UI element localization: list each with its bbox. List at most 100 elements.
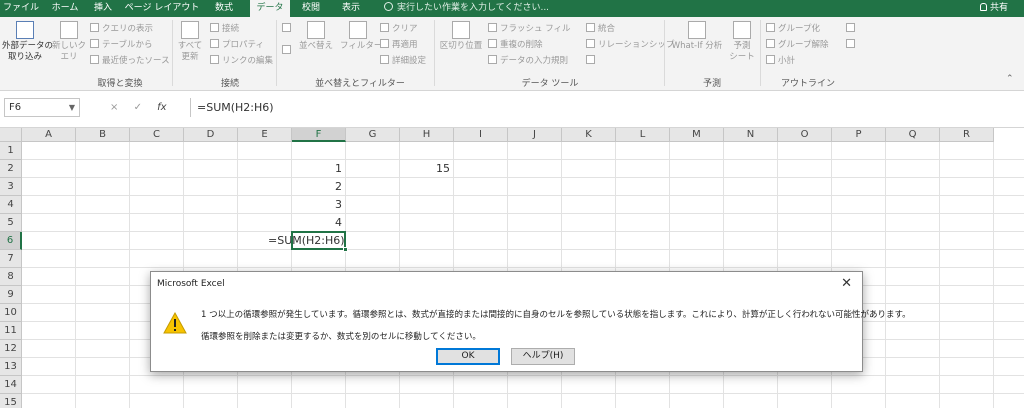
new-query-label: 新しいク [52,41,87,51]
column-header-r[interactable]: R [940,128,994,142]
show-queries-button[interactable]: クエリの表示 [90,23,153,35]
tab-review[interactable]: 校閲 [296,0,326,17]
column-header-h[interactable]: H [400,128,454,142]
formula-input[interactable]: =SUM(H2:H6) [190,98,1020,117]
row-header-4[interactable]: 4 [0,196,22,214]
cancel-icon[interactable]: × [110,102,118,113]
chevron-down-icon[interactable]: ▼ [69,99,75,116]
new-query-button[interactable]: 新しいク エリ [52,21,86,63]
subtotal-button[interactable]: 小計 [766,55,795,67]
tab-view[interactable]: 表示 [336,0,366,17]
column-header-n[interactable]: N [724,128,778,142]
gridline [22,195,1024,196]
get-external-data-button[interactable]: 外部データの 取り込み [2,21,53,63]
row-header-9[interactable]: 9 [0,286,22,304]
forecast-label2: シート [729,52,755,62]
column-header-m[interactable]: M [670,128,724,142]
forecast-sheet-button[interactable]: 予測 シート [728,21,756,63]
cell-h2[interactable]: 15 [400,160,450,177]
cell-f4[interactable]: 3 [292,196,342,213]
column-header-g[interactable]: G [346,128,400,142]
clear-filter-button[interactable]: クリア [380,23,418,35]
row-header-8[interactable]: 8 [0,268,22,286]
refresh-all-button[interactable]: すべて 更新 [176,21,204,63]
tab-home[interactable]: ホーム [46,0,84,17]
row-header-7[interactable]: 7 [0,250,22,268]
remove-duplicates-button[interactable]: 重複の削除 [488,39,543,51]
row-header-5[interactable]: 5 [0,214,22,232]
row-header-12[interactable]: 12 [0,340,22,358]
manage-data-model-button[interactable] [586,55,598,67]
column-header-q[interactable]: Q [886,128,940,142]
column-header-e[interactable]: E [238,128,292,142]
row-header-15[interactable]: 15 [0,394,22,408]
row-header-10[interactable]: 10 [0,304,22,322]
share-button[interactable]: 共有 [980,0,1008,17]
hide-detail-button[interactable] [846,39,858,51]
sort-button[interactable]: 並べ替え [298,21,334,52]
ok-button[interactable]: OK [436,348,500,365]
enter-icon[interactable]: ✓ [134,102,142,113]
column-header-a[interactable]: A [22,128,76,142]
column-header-p[interactable]: P [832,128,886,142]
tab-insert[interactable]: 挿入 [88,0,118,17]
advanced-filter-button[interactable]: 詳細設定 [380,55,426,67]
column-header-d[interactable]: D [184,128,238,142]
flash-fill-button[interactable]: フラッシュ フィル [488,23,571,35]
connections-button[interactable]: 接続 [210,23,239,35]
tab-page-layout[interactable]: ページ レイアウト [124,0,200,17]
cell-f5[interactable]: 4 [292,214,342,231]
show-detail-button[interactable] [846,23,858,35]
column-header-f[interactable]: F [292,128,346,142]
column-header-l[interactable]: L [616,128,670,142]
sort-desc-button[interactable] [282,45,294,57]
name-box[interactable]: F6 ▼ [4,98,80,117]
filter-button[interactable]: フィルター [340,21,382,52]
column-header-k[interactable]: K [562,128,616,142]
gridline [22,267,1024,268]
ungroup-button[interactable]: グループ解除 [766,39,829,51]
tab-formulas[interactable]: 数式 [204,0,244,17]
column-header-b[interactable]: B [76,128,130,142]
column-header-c[interactable]: C [130,128,184,142]
properties-button[interactable]: プロパティ [210,39,264,51]
group-button[interactable]: グループ化 [766,23,820,35]
data-validation-button[interactable]: データの入力規則 [488,55,568,67]
reapply-button[interactable]: 再適用 [380,39,418,51]
row-header-6[interactable]: 6 [0,232,22,250]
sort-asc-icon [282,23,291,32]
help-button[interactable]: ヘルプ(H) [511,348,575,365]
column-header-i[interactable]: I [454,128,508,142]
insert-function-icon[interactable]: fx [157,102,166,113]
row-header-14[interactable]: 14 [0,376,22,394]
text-to-columns-button[interactable]: 区切り位置 [438,21,484,52]
relationships-button[interactable]: リレーションシップ [586,39,674,51]
edit-links-button[interactable]: リンクの編集 [210,55,273,67]
dialog-message-2: 循環参照を削除または変更するか、数式を別のセルに移動してください。 [201,332,481,342]
close-icon[interactable]: ✕ [841,276,852,292]
column-header-o[interactable]: O [778,128,832,142]
row-header-1[interactable]: 1 [0,142,22,160]
tell-me-box[interactable]: 実行したい作業を入力してください... [384,0,549,17]
recent-sources-button[interactable]: 最近使ったソース [90,55,170,67]
refresh-all-label: すべて [177,41,203,51]
column-header-j[interactable]: J [508,128,562,142]
what-if-analysis-button[interactable]: What-If 分析 [668,21,726,52]
from-table-button[interactable]: テーブルから [90,39,153,51]
lightbulb-icon [384,2,393,11]
tab-data[interactable]: データ [250,0,290,17]
collapse-ribbon-icon[interactable]: ⌃ [1006,73,1014,85]
dialog-body: 1 つ以上の循環参照が発生しています。循環参照とは、数式が直接的または間接的に自… [151,296,911,371]
row-header-3[interactable]: 3 [0,178,22,196]
fill-handle[interactable] [343,247,348,252]
cell-f3[interactable]: 2 [292,178,342,195]
row-header-2[interactable]: 2 [0,160,22,178]
sort-desc-icon [282,45,291,54]
tab-file[interactable]: ファイル [2,0,40,17]
row-header-11[interactable]: 11 [0,322,22,340]
select-all-corner[interactable] [0,128,22,142]
cell-f2[interactable]: 1 [292,160,342,177]
sort-asc-button[interactable] [282,23,294,35]
row-header-13[interactable]: 13 [0,358,22,376]
consolidate-button[interactable]: 統合 [586,23,615,35]
